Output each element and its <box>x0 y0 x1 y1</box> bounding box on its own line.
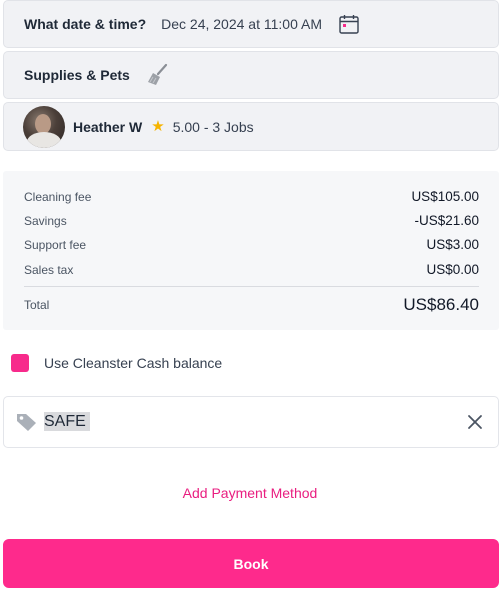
fee-label: Sales tax <box>24 262 74 277</box>
calendar-icon[interactable] <box>338 14 360 34</box>
close-icon[interactable] <box>467 414 483 430</box>
cash-balance-checkbox[interactable] <box>11 354 29 372</box>
fee-row-cleaning: Cleaning fee US$105.00 <box>24 189 479 204</box>
total-label: Total <box>24 298 50 312</box>
cleaner-row[interactable]: Heather W ★ 5.00 - 3 Jobs <box>3 102 499 151</box>
datetime-row[interactable]: What date & time? Dec 24, 2024 at 11:00 … <box>3 0 499 48</box>
book-button[interactable]: Book <box>3 539 499 588</box>
fee-divider <box>24 286 479 287</box>
fee-label: Support fee <box>24 237 87 252</box>
promo-code-input[interactable] <box>44 411 424 433</box>
supplies-row[interactable]: Supplies & Pets <box>3 51 499 99</box>
fee-amount: US$0.00 <box>426 262 479 277</box>
fee-label: Cleaning fee <box>24 189 92 204</box>
cash-balance-option[interactable]: Use Cleanster Cash balance <box>11 354 222 372</box>
broom-icon <box>145 62 171 88</box>
supplies-label: Supplies & Pets <box>24 67 130 83</box>
tag-icon <box>16 412 38 432</box>
total-amount: US$86.40 <box>403 295 479 314</box>
datetime-label: What date & time? <box>24 16 147 32</box>
avatar <box>23 105 65 148</box>
fee-amount: US$3.00 <box>426 237 479 252</box>
fee-amount: US$105.00 <box>411 189 479 204</box>
fee-label: Savings <box>24 213 67 228</box>
fee-row-tax: Sales tax US$0.00 <box>24 262 479 277</box>
cash-balance-label: Use Cleanster Cash balance <box>44 355 223 371</box>
datetime-value: Dec 24, 2024 at 11:00 AM <box>161 16 322 32</box>
cleaner-rating: 5.00 - 3 Jobs <box>172 118 254 135</box>
fee-row-savings: Savings -US$21.60 <box>24 213 479 228</box>
fee-amount: -US$21.60 <box>414 213 479 228</box>
star-icon: ★ <box>151 118 165 135</box>
fee-row-total: Total US$86.40 <box>24 295 479 315</box>
cleaner-name: Heather W <box>73 118 143 135</box>
add-payment-method-link[interactable]: Add Payment Method <box>0 485 500 501</box>
promo-field[interactable] <box>3 396 499 448</box>
fee-summary: Cleaning fee US$105.00 Savings -US$21.60… <box>3 171 499 330</box>
fee-row-support: Support fee US$3.00 <box>24 237 479 252</box>
